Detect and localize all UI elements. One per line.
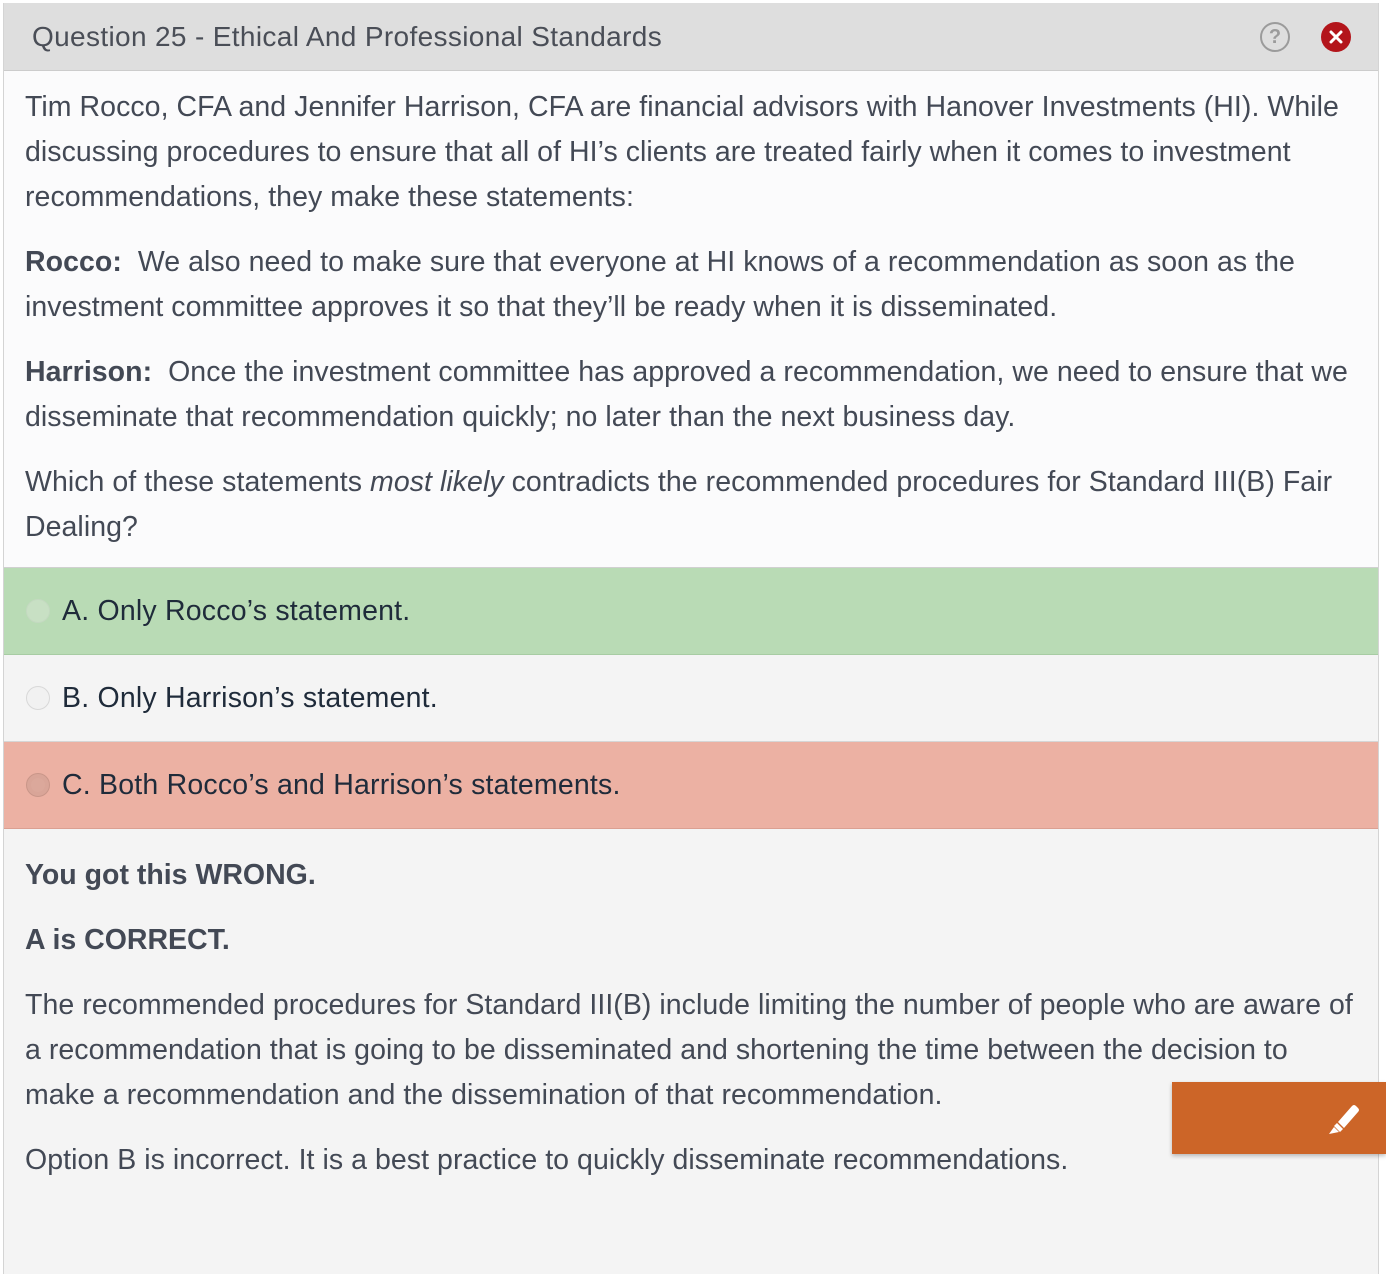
radio-button[interactable] <box>26 686 50 710</box>
answer-option-c[interactable]: C. Both Rocco’s and Harrison’s statement… <box>4 742 1378 829</box>
help-icon-glyph: ? <box>1268 26 1282 48</box>
statement-text: Once the investment committee has approv… <box>25 356 1348 433</box>
question-prompt: Which of these statements most likely co… <box>25 460 1358 550</box>
answer-option-a[interactable]: A. Only Rocco’s statement. <box>4 568 1378 655</box>
option-letter: A. <box>62 594 90 627</box>
radio-button[interactable] <box>26 773 50 797</box>
result-verdict: You got this WRONG. <box>25 859 316 891</box>
prompt-before: Which of these statements <box>25 466 371 498</box>
dialog-title: Question 25 - Ethical And Professional S… <box>32 20 663 52</box>
help-icon[interactable]: ? <box>1260 22 1290 52</box>
option-text: Only Rocco’s statement. <box>97 594 411 627</box>
speaker-label: Rocco: <box>25 246 122 278</box>
statement-harrison: Harrison: Once the investment committee … <box>25 350 1358 440</box>
statement-rocco: Rocco: We also need to make sure that ev… <box>25 240 1358 330</box>
radio-button[interactable] <box>26 599 50 623</box>
speaker-label: Harrison: <box>25 356 153 388</box>
highlighter-icon <box>1329 1105 1359 1134</box>
dialog-titlebar: Question 25 - Ethical And Professional S… <box>4 3 1378 71</box>
highlighter-button[interactable] <box>1172 1082 1386 1154</box>
statement-text: We also need to make sure that everyone … <box>25 246 1295 323</box>
close-x-glyph <box>1329 30 1343 44</box>
close-icon[interactable] <box>1321 22 1351 52</box>
option-letter: C. <box>62 768 91 801</box>
option-letter: B. <box>62 681 90 714</box>
explanation-body: The recommended procedures for Standard … <box>25 989 1353 1111</box>
option-b-note: Option B is incorrect. It is a best prac… <box>25 1144 1069 1176</box>
option-text: Both Rocco’s and Harrison’s statements. <box>99 768 621 801</box>
answer-option-b[interactable]: B. Only Harrison’s statement. <box>4 655 1378 742</box>
option-text: Only Harrison’s statement. <box>97 681 438 714</box>
question-body: Tim Rocco, CFA and Jennifer Harrison, CF… <box>4 71 1378 568</box>
question-intro: Tim Rocco, CFA and Jennifer Harrison, CF… <box>25 91 1339 213</box>
prompt-emphasis: most likely <box>370 466 504 498</box>
correct-answer-label: A is CORRECT. <box>25 924 230 956</box>
